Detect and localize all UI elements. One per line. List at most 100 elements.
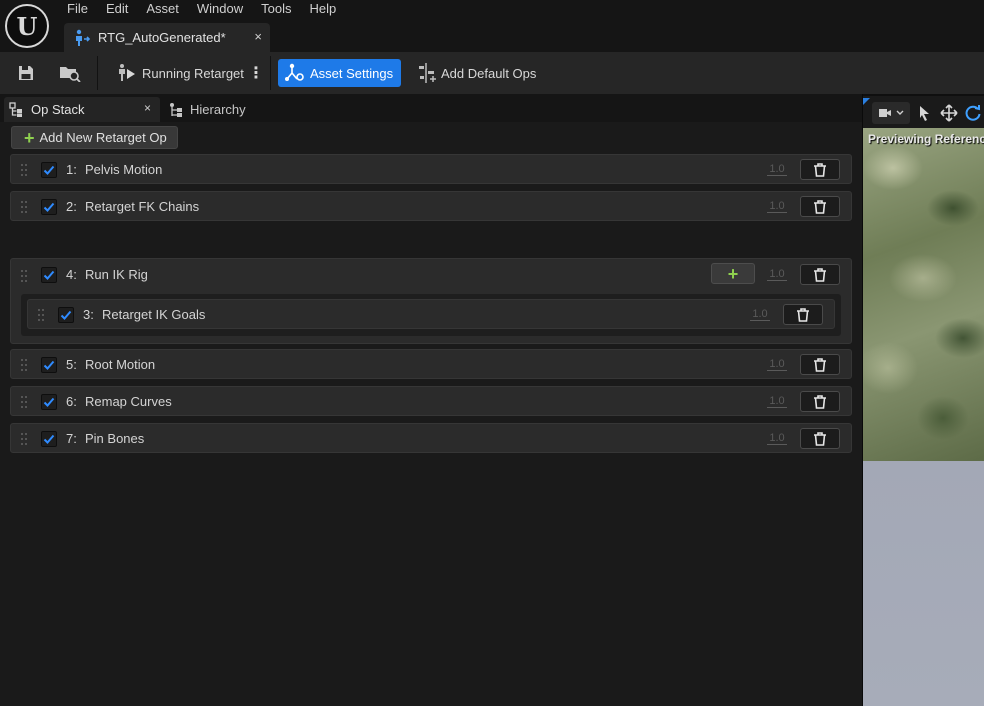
- delete-op-button[interactable]: [800, 264, 840, 285]
- op-weight-value[interactable]: 1.0: [767, 395, 787, 408]
- trash-icon: [797, 307, 809, 322]
- viewport-focus-accent: [863, 98, 870, 105]
- op-row-retarget-fk-chains[interactable]: 2: Retarget FK Chains 1.0: [10, 191, 852, 221]
- op-name: Retarget FK Chains: [85, 199, 200, 214]
- add-icon: +: [24, 127, 35, 148]
- trash-icon: [814, 431, 826, 446]
- op-row-root-motion[interactable]: 5: Root Motion 1.0: [10, 349, 852, 379]
- drag-handle-icon[interactable]: [21, 359, 27, 371]
- unreal-logo[interactable]: U: [5, 4, 49, 48]
- op-weight-value[interactable]: 1.0: [767, 358, 787, 371]
- checkmark-icon: [43, 165, 55, 175]
- more-options-button[interactable]: ⋮: [248, 59, 264, 87]
- drag-handle-icon[interactable]: [21, 201, 27, 213]
- viewport-floor: [863, 461, 984, 706]
- asset-settings-button[interactable]: Asset Settings: [278, 59, 402, 87]
- delete-op-button[interactable]: [783, 304, 823, 325]
- add-default-ops-icon: [419, 63, 436, 83]
- op-enabled-checkbox[interactable]: [41, 199, 57, 215]
- preview-viewport[interactable]: Previewing Reference: [862, 94, 984, 706]
- op-name: Remap Curves: [85, 394, 172, 409]
- folder-search-icon: [60, 67, 81, 82]
- menu-asset[interactable]: Asset: [137, 0, 188, 18]
- op-row-pin-bones[interactable]: 7: Pin Bones 1.0: [10, 423, 852, 453]
- toolbar-separator: [97, 56, 98, 90]
- menu-file[interactable]: File: [58, 0, 97, 18]
- child-ops-container: 3: Retarget IK Goals 1.0: [21, 294, 841, 336]
- op-name: Run IK Rig: [85, 267, 148, 282]
- asset-settings-label: Asset Settings: [310, 65, 394, 81]
- delete-op-button[interactable]: [800, 196, 840, 217]
- op-row-retarget-ik-goals[interactable]: 3: Retarget IK Goals 1.0: [27, 299, 835, 329]
- add-new-retarget-op-label: Add New Retarget Op: [39, 130, 167, 145]
- delete-op-button[interactable]: [800, 391, 840, 412]
- drag-handle-icon[interactable]: [21, 164, 27, 176]
- delete-op-button[interactable]: [800, 354, 840, 375]
- tab-op-stack[interactable]: Op Stack ×: [4, 97, 160, 122]
- tab-hierarchy-label: Hierarchy: [190, 102, 246, 117]
- menu-help[interactable]: Help: [300, 0, 345, 18]
- chevron-down-icon: [896, 110, 904, 115]
- op-enabled-checkbox[interactable]: [41, 267, 57, 283]
- asset-settings-icon: [285, 63, 304, 81]
- checkmark-icon: [43, 270, 55, 280]
- add-new-retarget-op-button[interactable]: + Add New Retarget Op: [11, 126, 178, 149]
- document-tab-close-icon[interactable]: ×: [254, 29, 262, 44]
- delete-op-button[interactable]: [800, 159, 840, 180]
- asset-toolbar: Running Retarget ⋮ Asset Settings Add De…: [0, 52, 984, 94]
- op-enabled-checkbox[interactable]: [41, 162, 57, 178]
- op-index: 7:: [66, 431, 77, 446]
- op-weight-value[interactable]: 1.0: [767, 163, 787, 176]
- menu-edit[interactable]: Edit: [97, 0, 137, 18]
- document-tab[interactable]: RTG_AutoGenerated* ×: [64, 23, 270, 52]
- tab-op-stack-label: Op Stack: [31, 102, 85, 117]
- running-retarget-button[interactable]: Running Retarget: [116, 59, 244, 87]
- menu-bar: File Edit Asset Window Tools Help: [58, 0, 345, 18]
- op-weight-value[interactable]: 1.0: [767, 200, 787, 213]
- op-group-run-ik-rig[interactable]: 4: Run IK Rig + 1.0 3: Retarget IK Goals…: [10, 258, 852, 344]
- op-weight-value[interactable]: 1.0: [767, 432, 787, 445]
- op-stack-panel: Op Stack × Hierarchy + Add New Retarget …: [0, 94, 862, 706]
- op-row-remap-curves[interactable]: 6: Remap Curves 1.0: [10, 386, 852, 416]
- trash-icon: [814, 394, 826, 409]
- checkmark-icon: [60, 310, 72, 320]
- op-weight-value[interactable]: 1.0: [750, 308, 770, 321]
- add-default-ops-button[interactable]: Add Default Ops: [416, 59, 536, 87]
- trash-icon: [814, 357, 826, 372]
- select-tool-icon[interactable]: [918, 105, 932, 121]
- op-name: Pin Bones: [85, 431, 145, 446]
- logo-letter: U: [16, 11, 38, 41]
- drag-handle-icon[interactable]: [21, 270, 27, 282]
- retargeter-asset-icon: [76, 29, 91, 46]
- op-row-pelvis-motion[interactable]: 1: Pelvis Motion 1.0: [10, 154, 852, 184]
- delete-op-button[interactable]: [800, 428, 840, 449]
- tab-hierarchy[interactable]: Hierarchy: [168, 97, 246, 122]
- menu-tools[interactable]: Tools: [252, 0, 300, 18]
- drag-handle-icon[interactable]: [21, 396, 27, 408]
- op-enabled-checkbox[interactable]: [41, 357, 57, 373]
- drag-handle-icon[interactable]: [21, 433, 27, 445]
- running-retarget-label: Running Retarget: [142, 65, 244, 81]
- translate-tool-icon[interactable]: [940, 104, 958, 122]
- checkmark-icon: [43, 360, 55, 370]
- op-enabled-checkbox[interactable]: [58, 307, 74, 323]
- rotate-tool-icon[interactable]: [964, 104, 982, 122]
- op-weight-value[interactable]: 1.0: [767, 268, 787, 281]
- op-index: 1:: [66, 162, 77, 177]
- op-enabled-checkbox[interactable]: [41, 394, 57, 410]
- op-index: 6:: [66, 394, 77, 409]
- hierarchy-icon: [170, 102, 182, 117]
- op-index: 5:: [66, 357, 77, 372]
- add-child-op-button[interactable]: +: [711, 263, 755, 284]
- op-name: Pelvis Motion: [85, 162, 163, 177]
- viewport-options-button[interactable]: [872, 102, 910, 124]
- tab-op-stack-close-icon[interactable]: ×: [144, 101, 151, 115]
- trash-icon: [814, 267, 826, 282]
- browse-to-asset-button[interactable]: [56, 59, 84, 87]
- op-enabled-checkbox[interactable]: [41, 431, 57, 447]
- menu-window[interactable]: Window: [188, 0, 252, 18]
- op-index: 2:: [66, 199, 77, 214]
- drag-handle-icon[interactable]: [38, 309, 44, 321]
- checkmark-icon: [43, 202, 55, 212]
- save-button[interactable]: [12, 59, 40, 87]
